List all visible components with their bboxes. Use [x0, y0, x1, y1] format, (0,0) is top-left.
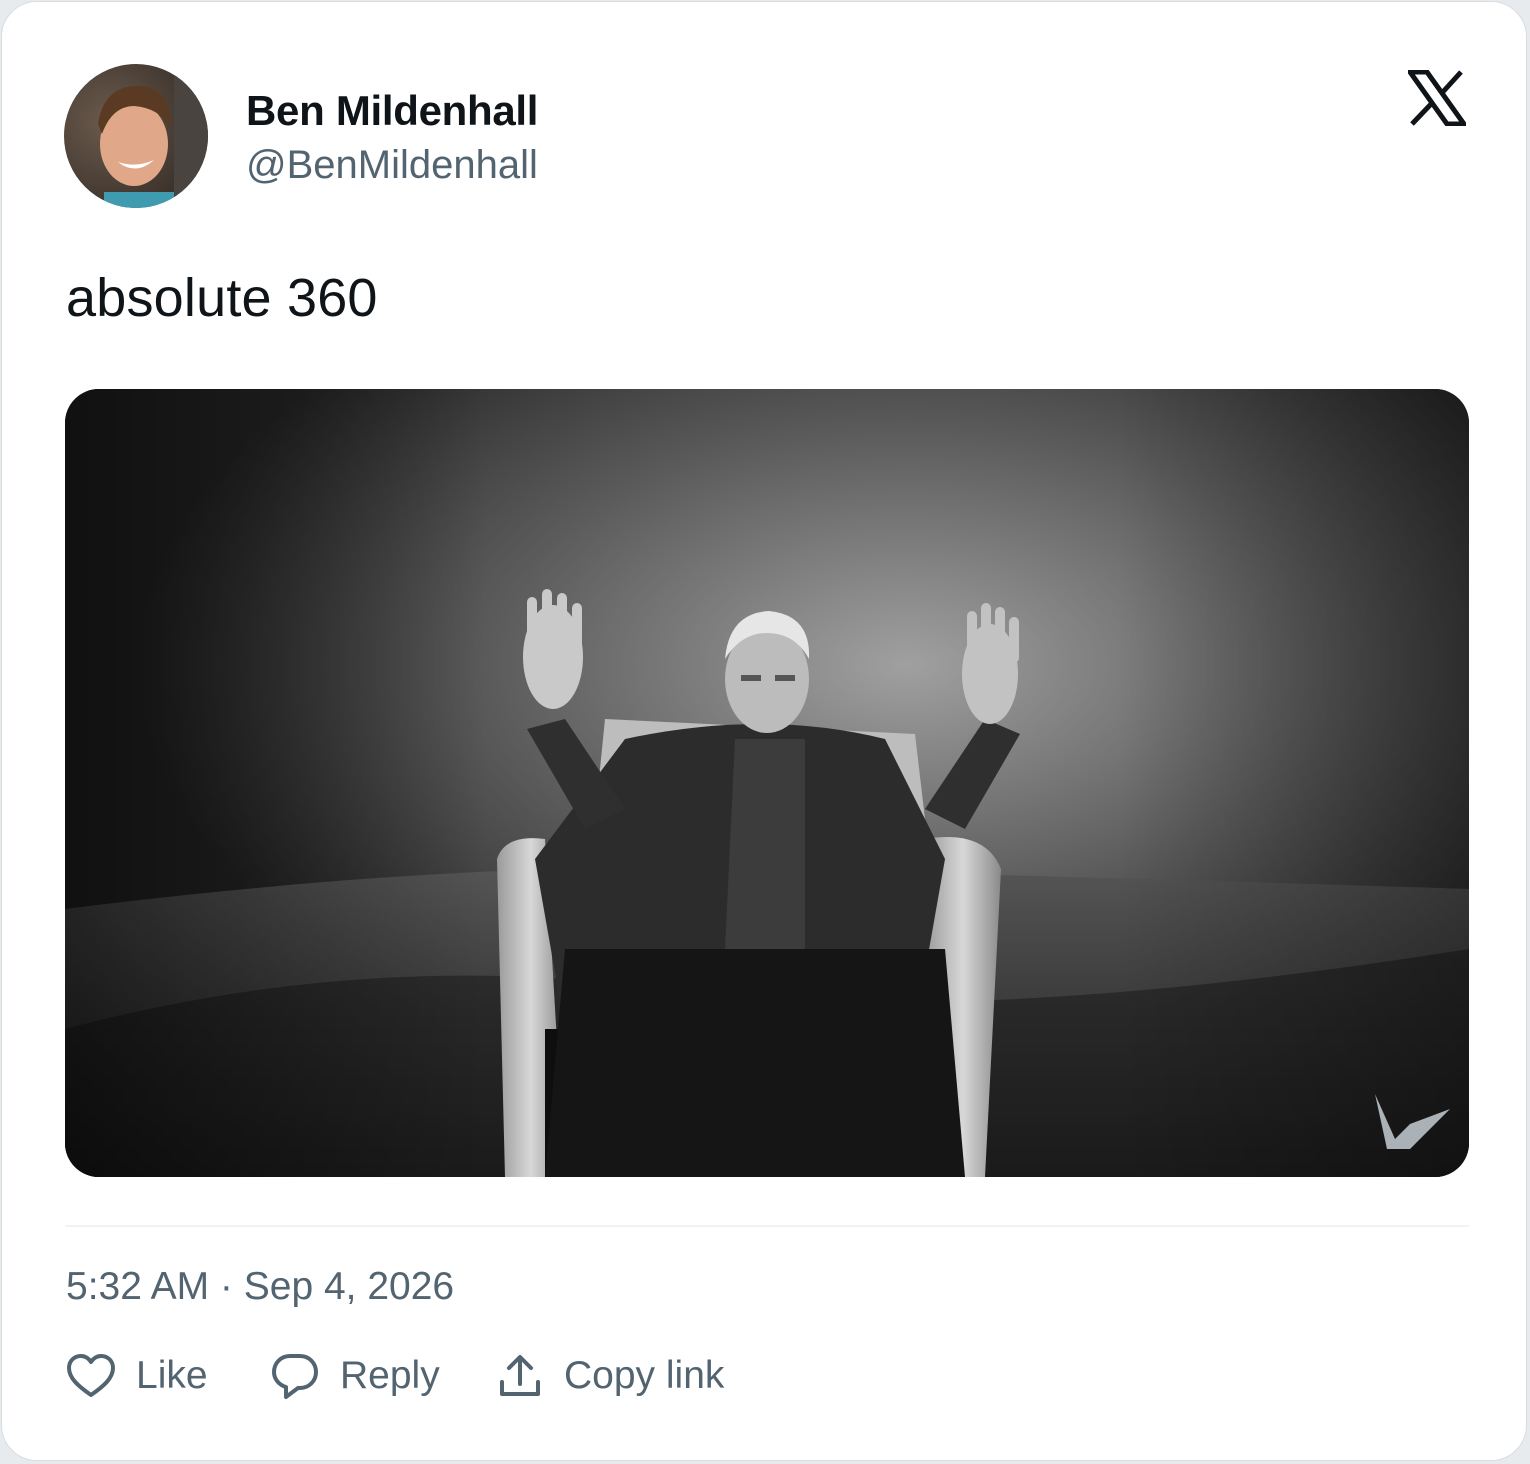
divider: [65, 1225, 1469, 1227]
speech-bubble-icon: [272, 1354, 318, 1399]
copy-link-label: Copy link: [564, 1354, 725, 1397]
copy-link-button[interactable]: Copy link: [496, 1348, 724, 1404]
like-button[interactable]: Like: [66, 1348, 208, 1404]
author-display-name[interactable]: Ben Mildenhall: [246, 86, 538, 136]
tweet-timestamp[interactable]: 5:32 AM · Sep 4, 2026: [66, 1264, 454, 1310]
author-handle[interactable]: @BenMildenhall: [246, 142, 538, 188]
tweet-media-image[interactable]: [65, 389, 1469, 1177]
share-upload-icon: [500, 1355, 540, 1396]
tweet-text: absolute 360: [66, 268, 378, 328]
avatar-photo: [64, 64, 208, 208]
reply-button[interactable]: Reply: [270, 1348, 440, 1404]
author-avatar[interactable]: [64, 64, 208, 208]
tweet-card: Ben Mildenhall @BenMildenhall absolute 3…: [1, 1, 1527, 1461]
heart-icon: [67, 1354, 115, 1397]
reply-label: Reply: [340, 1354, 440, 1397]
like-label: Like: [136, 1354, 208, 1397]
x-logo-icon[interactable]: [1405, 69, 1469, 127]
